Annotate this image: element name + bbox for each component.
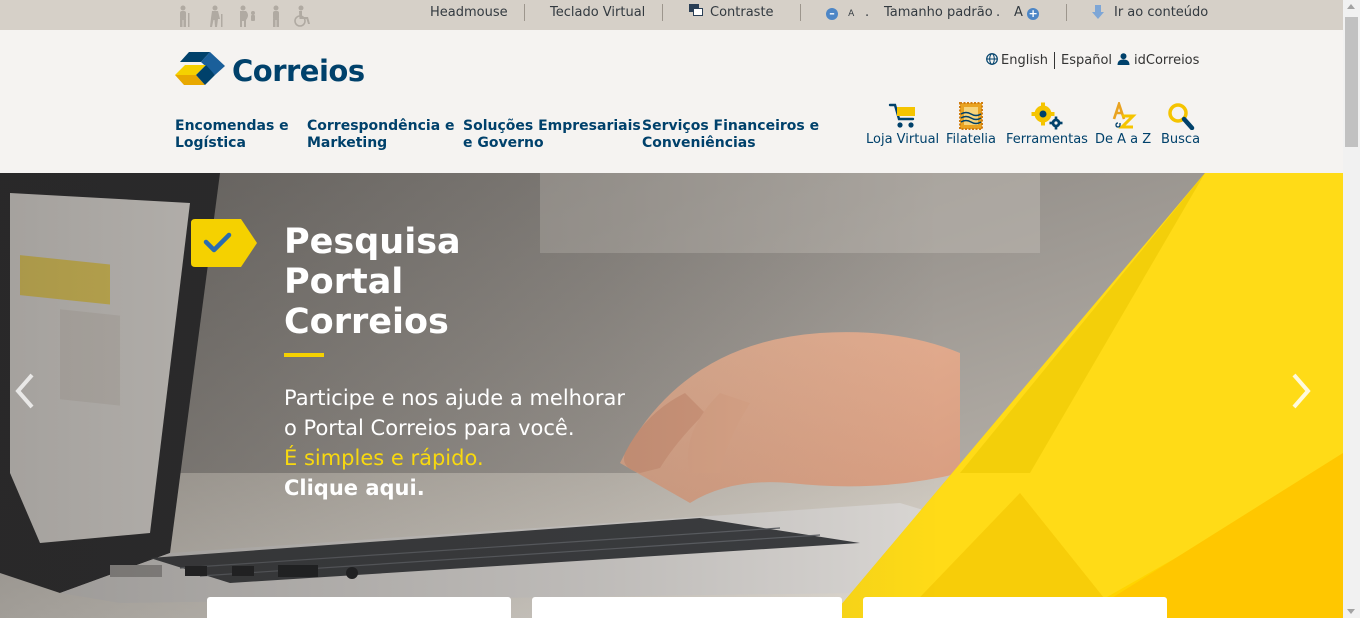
english-label: English [1001, 53, 1048, 68]
default-size-button[interactable]: Tamanho padrão [884, 0, 993, 30]
cart-icon [888, 103, 915, 128]
az-icon [1112, 102, 1137, 129]
scroll-up-icon[interactable] [1347, 4, 1355, 9]
english-link[interactable]: English [986, 53, 1048, 68]
idcorreios-link[interactable]: idCorreios [1117, 53, 1199, 68]
contrast-label: Contraste [710, 5, 774, 20]
nav-servicos[interactable]: Serviços Financeiros e Conveniências [642, 118, 819, 152]
scroll-down-icon[interactable] [1347, 609, 1355, 614]
hero-text-line: o Portal Correios para você. [284, 416, 575, 440]
de-a-a-z-label: De A a Z [1095, 132, 1152, 147]
correios-logo-icon [175, 52, 225, 85]
chevron-left-icon[interactable] [12, 371, 38, 411]
busca-link[interactable]: Busca [1161, 102, 1200, 147]
nav-label: Soluções Empresariais [463, 118, 641, 134]
gears-icon [1031, 102, 1063, 130]
brand-name: Correios [232, 54, 365, 88]
hero-description: Participe e nos ajude a melhorar o Porta… [284, 383, 625, 503]
ferramentas-label: Ferramentas [1006, 132, 1088, 147]
scroll-thumb[interactable] [1345, 17, 1358, 147]
nav-label: Logística [175, 135, 246, 151]
vertical-scrollbar[interactable] [1343, 0, 1360, 618]
user-icon [1117, 53, 1130, 65]
headmouse-link[interactable]: Headmouse [430, 0, 508, 30]
nav-label: Conveniências [642, 135, 756, 151]
loja-virtual-link[interactable]: Loja Virtual [866, 102, 939, 147]
font-increase-button[interactable]: A + [1014, 0, 1040, 30]
dot-separator: . [865, 5, 870, 20]
idcorreios-label: idCorreios [1134, 53, 1200, 68]
dot-separator: . [996, 5, 1001, 20]
de-a-a-z-link[interactable]: De A a Z [1095, 102, 1151, 147]
hero-cta-link[interactable]: Clique aqui. [284, 473, 625, 503]
filatelia-label: Filatelia [946, 132, 997, 147]
skip-to-content-link[interactable]: Ir ao conteúdo [1092, 0, 1208, 30]
search-icon [1167, 103, 1194, 130]
nav-correspondencia[interactable]: Correspondência e Marketing [307, 118, 455, 152]
font-increase-label: A [1014, 5, 1023, 20]
nav-label: Serviços Financeiros e [642, 118, 820, 134]
ferramentas-link[interactable]: Ferramentas [1006, 102, 1088, 147]
separator [1066, 4, 1067, 21]
stamp-icon [959, 102, 983, 130]
site-header: Correios English Español idCorreios Enco… [0, 30, 1343, 173]
virtual-keyboard-link[interactable]: Teclado Virtual [550, 0, 645, 30]
quick-access-card[interactable] [532, 597, 842, 618]
separator [524, 4, 525, 21]
skip-to-content-label: Ir ao conteúdo [1114, 5, 1209, 20]
font-decrease-button[interactable]: – A [826, 0, 854, 30]
check-icon [191, 219, 257, 267]
quick-access-card[interactable] [207, 597, 511, 618]
filatelia-link[interactable]: Filatelia [946, 102, 996, 147]
espanol-link[interactable]: Español [1061, 53, 1112, 68]
font-decrease-label: A [848, 9, 855, 19]
hero-title-line: Pesquisa [284, 222, 461, 262]
nav-label: e Governo [463, 135, 544, 151]
separator [662, 4, 663, 21]
globe-icon [986, 53, 998, 65]
hero-title: Pesquisa Portal Correios [284, 222, 461, 342]
minus-icon: – [826, 8, 838, 20]
nav-label: Marketing [307, 135, 388, 151]
busca-label: Busca [1161, 132, 1201, 147]
nav-label: Correspondência e [307, 118, 455, 134]
hero-text-line: Participe e nos ajude a melhorar [284, 386, 625, 410]
accessibility-people-icons [180, 5, 310, 27]
nav-encomendas[interactable]: Encomendas e Logística [175, 118, 289, 152]
chevron-right-icon[interactable] [1288, 371, 1314, 411]
hero-title-line: Portal [284, 262, 404, 302]
nav-label: Encomendas e [175, 118, 289, 134]
quick-access-card[interactable] [863, 597, 1167, 618]
correios-logo[interactable]: Correios [175, 52, 365, 90]
contrast-button[interactable]: Contraste [689, 0, 774, 30]
loja-virtual-label: Loja Virtual [866, 132, 940, 147]
separator [1054, 52, 1055, 69]
hero-highlight: É simples e rápido. [284, 446, 484, 470]
plus-icon: + [1027, 7, 1040, 20]
separator [800, 4, 801, 21]
hero-banner[interactable]: Pesquisa Portal Correios Participe e nos… [0, 173, 1343, 618]
contrast-icon [689, 4, 704, 17]
nav-solucoes[interactable]: Soluções Empresariais e Governo [463, 118, 641, 152]
hero-title-line: Correios [284, 302, 449, 342]
hero-divider [284, 353, 324, 357]
arrow-down-icon [1092, 5, 1104, 19]
